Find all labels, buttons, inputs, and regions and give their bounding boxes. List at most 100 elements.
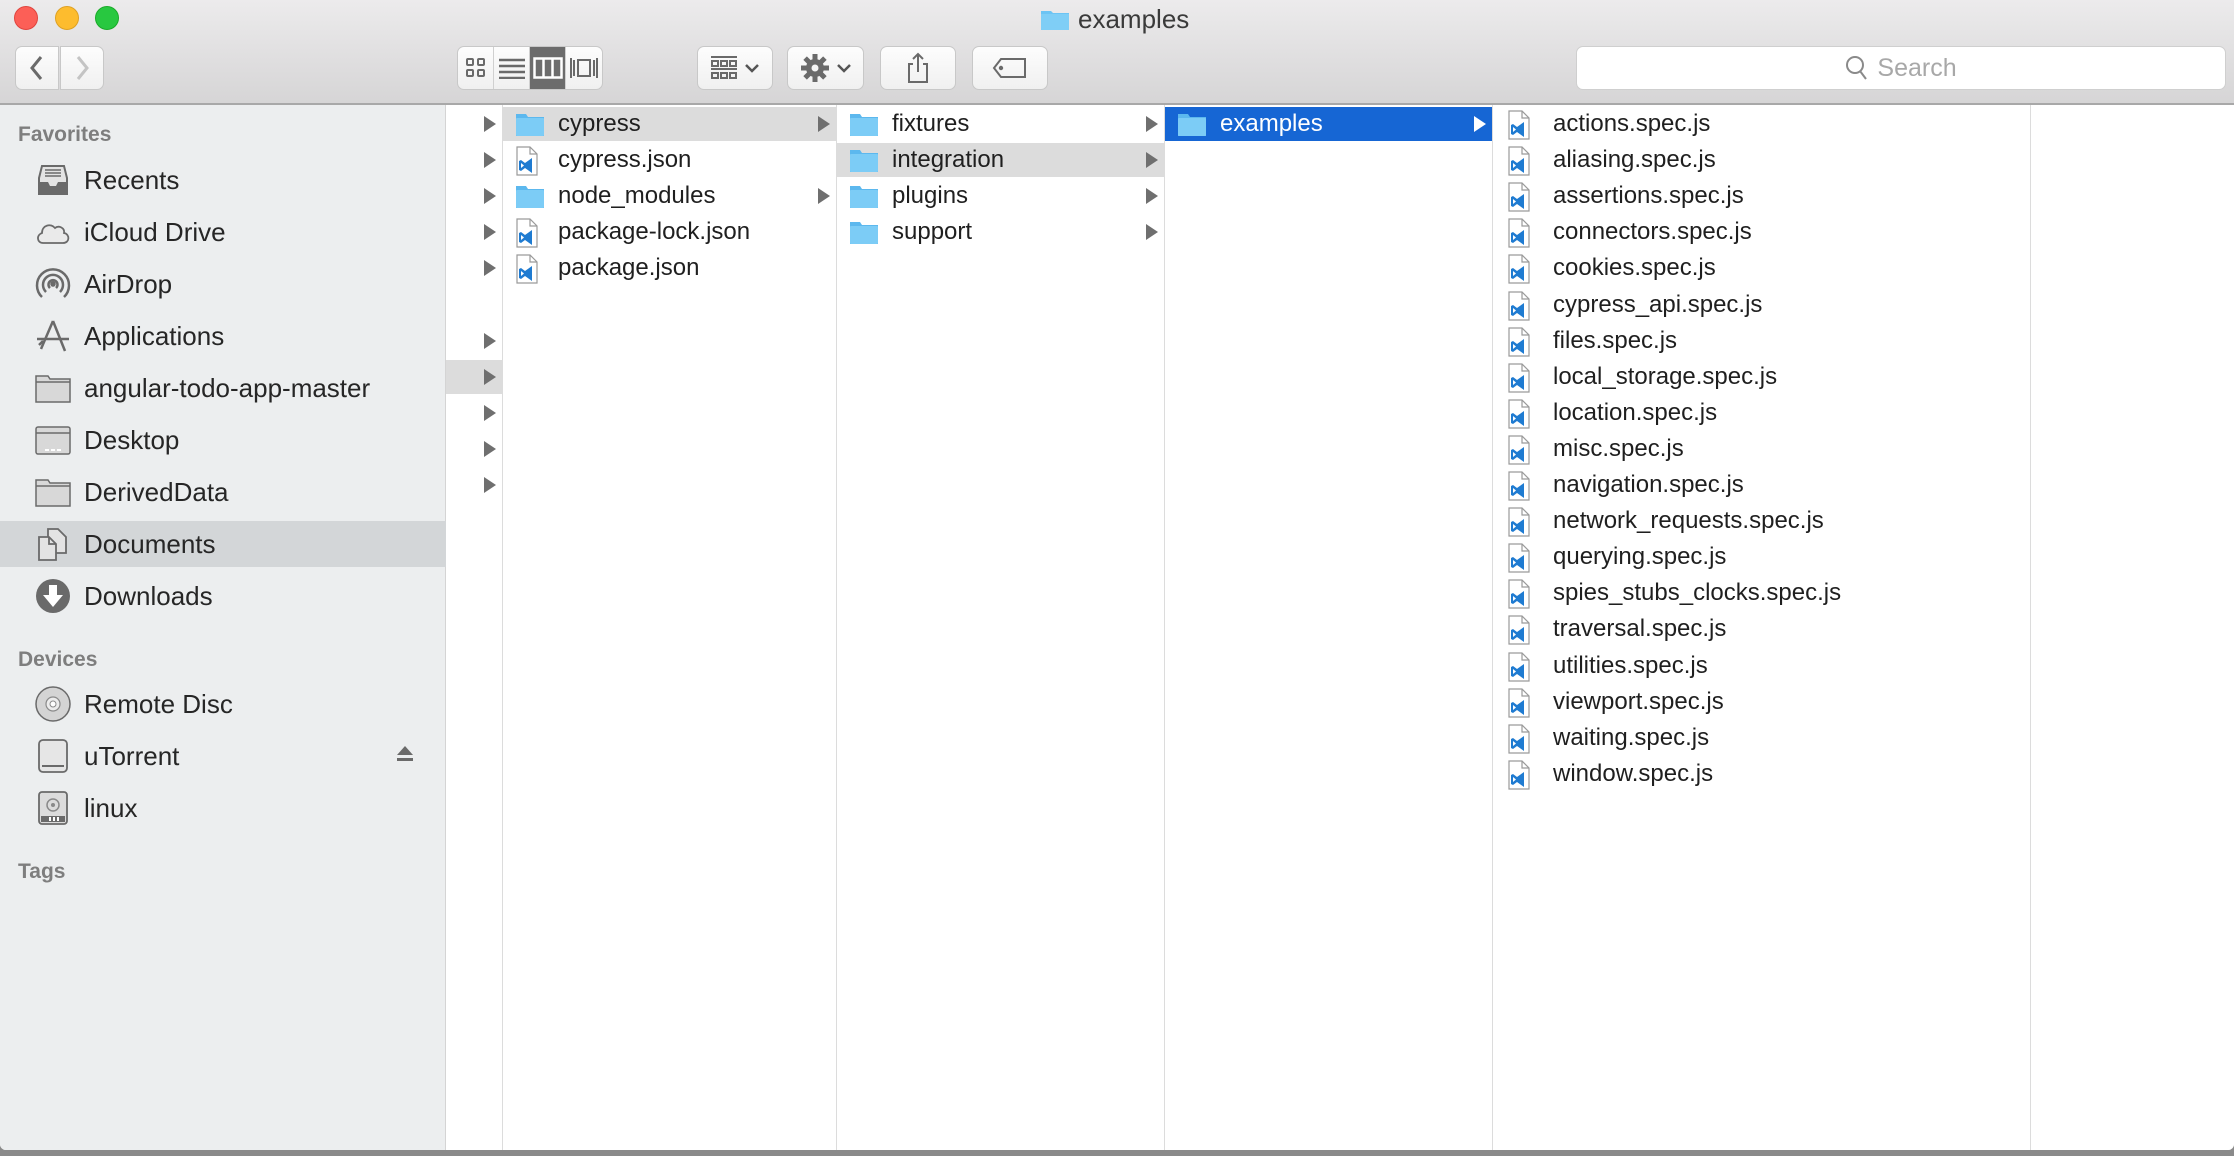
item-name: files.spec.js <box>1553 326 1678 354</box>
file-row[interactable]: location.spec.js <box>1493 396 2030 430</box>
file-row[interactable]: network_requests.spec.js <box>1493 504 2030 538</box>
sidebar-item-airdrop[interactable]: AirDrop <box>0 261 446 307</box>
vscode-file-icon <box>1507 290 1537 321</box>
folder-row[interactable]: cypress <box>503 107 836 141</box>
folder-icon <box>849 110 879 138</box>
truncated-folder-row[interactable] <box>446 215 502 249</box>
truncated-folder-row[interactable] <box>446 179 502 213</box>
sidebar-item-applications[interactable]: Applications <box>0 313 446 359</box>
vscode-file-icon <box>1507 110 1537 140</box>
file-row[interactable]: files.spec.js <box>1493 324 2030 358</box>
drive-icon <box>35 738 71 774</box>
back-button[interactable] <box>15 46 59 90</box>
file-row[interactable]: cypress.json <box>503 143 836 177</box>
vscode-file-icon <box>1507 724 1537 754</box>
favorites-header: Favorites <box>18 123 112 146</box>
truncated-folder-row[interactable] <box>446 107 502 141</box>
minimize-window-button[interactable] <box>55 6 79 30</box>
disclosure-arrow-icon <box>484 224 496 241</box>
file-row[interactable]: querying.spec.js <box>1493 540 2030 574</box>
disclosure-arrow-icon <box>484 188 496 205</box>
file-row[interactable]: connectors.spec.js <box>1493 215 2030 249</box>
file-row[interactable]: local_storage.spec.js <box>1493 360 2030 394</box>
close-window-button[interactable] <box>14 6 38 30</box>
sidebar-item-utorrent[interactable]: uTorrent <box>0 733 446 779</box>
vscode-file-icon <box>515 254 545 284</box>
disclosure-arrow-icon <box>484 116 496 132</box>
column-browser: cypress cypress.json node_modules package-l… <box>446 105 2234 1150</box>
arrange-button[interactable] <box>697 46 773 90</box>
sidebar-item-documents[interactable]: Documents <box>0 521 446 567</box>
file-row[interactable]: package.json <box>503 251 836 285</box>
file-row[interactable]: cypress_api.spec.js <box>1493 288 2030 322</box>
search-field[interactable]: Search <box>1576 46 2226 90</box>
item-name: traversal.spec.js <box>1553 615 1727 643</box>
file-row[interactable]: cookies.spec.js <box>1493 251 2030 285</box>
file-row[interactable]: assertions.spec.js <box>1493 179 2030 213</box>
file-row[interactable]: actions.spec.js <box>1493 107 2030 141</box>
folder-row[interactable]: support <box>837 215 1164 249</box>
zoom-window-button[interactable] <box>95 6 119 30</box>
disc-icon <box>35 686 71 722</box>
share-button[interactable] <box>880 46 956 90</box>
icon-view-icon <box>465 58 485 77</box>
sidebar-item-downloads[interactable]: Downloads <box>0 573 446 619</box>
sidebar-item-label: Desktop <box>84 424 180 455</box>
file-row[interactable]: navigation.spec.js <box>1493 468 2030 502</box>
folder-row[interactable]: plugins <box>837 179 1164 213</box>
file-row[interactable]: viewport.spec.js <box>1493 685 2030 719</box>
icon-view-button[interactable] <box>458 47 494 89</box>
item-name: package-lock.json <box>558 218 751 246</box>
truncated-folder-row[interactable] <box>446 432 502 466</box>
disclosure-arrow-icon <box>484 440 496 457</box>
disclosure-arrow-icon <box>484 368 496 385</box>
sidebar-item-remote-disc[interactable]: Remote Disc <box>0 681 446 727</box>
forward-button[interactable] <box>60 46 104 90</box>
disclosure-arrow-icon <box>484 477 496 493</box>
folder-row[interactable]: integration <box>837 143 1164 178</box>
sidebar-item-angular-todo-app-master[interactable]: angular-todo-app-master <box>0 365 446 411</box>
folder-icon <box>515 110 545 138</box>
file-row[interactable]: aliasing.spec.js <box>1493 143 2030 177</box>
item-name: assertions.spec.js <box>1553 182 1744 210</box>
folder-row[interactable]: examples <box>1165 107 1492 141</box>
file-row[interactable]: package-lock.json <box>503 215 836 249</box>
truncated-folder-row[interactable] <box>446 251 502 285</box>
file-row[interactable]: window.spec.js <box>1493 757 2030 791</box>
sidebar-item-deriveddata[interactable]: DerivedData <box>0 469 446 515</box>
truncated-folder-row[interactable] <box>446 359 502 394</box>
sidebar-item-icloud-drive[interactable]: iCloud Drive <box>0 209 446 255</box>
sidebar-item-desktop[interactable]: Desktop <box>0 417 446 463</box>
action-button[interactable] <box>787 46 864 90</box>
sidebar-item-linux[interactable]: linux <box>0 785 446 831</box>
file-row[interactable]: spies_stubs_clocks.spec.js <box>1493 576 2030 610</box>
chevron-down-icon <box>836 64 851 73</box>
column-view-button[interactable] <box>530 47 566 89</box>
column-cypress: fixtures integration plugins support <box>837 105 1165 1150</box>
item-name: viewport.spec.js <box>1553 687 1724 715</box>
vscode-file-icon <box>1507 543 1537 573</box>
truncated-folder-row[interactable] <box>446 143 502 177</box>
item-name: support <box>892 218 973 246</box>
eject-button[interactable] <box>396 745 414 768</box>
vscode-file-icon <box>515 218 545 248</box>
disclosure-arrow-icon <box>1474 116 1486 132</box>
sidebar-item-label: linux <box>84 792 138 823</box>
disclosure-arrow-icon <box>1146 116 1158 132</box>
folder-row[interactable]: node_modules <box>503 179 836 213</box>
file-row[interactable]: waiting.spec.js <box>1493 721 2030 755</box>
folder-row[interactable]: fixtures <box>837 107 1164 141</box>
file-row[interactable]: traversal.spec.js <box>1493 612 2030 646</box>
sidebar-item-label: Recents <box>84 164 180 195</box>
list-view-button[interactable] <box>494 47 530 89</box>
truncated-folder-row[interactable] <box>446 396 502 430</box>
file-row[interactable]: misc.spec.js <box>1493 432 2030 466</box>
cover-flow-view-button[interactable] <box>566 47 602 89</box>
file-row[interactable]: utilities.spec.js <box>1493 649 2030 683</box>
truncated-folder-row[interactable] <box>446 324 502 358</box>
tag-button[interactable] <box>972 46 1048 90</box>
airdrop-icon <box>35 266 71 302</box>
sidebar-item-recents[interactable]: Recents <box>0 157 446 203</box>
truncated-folder-row[interactable] <box>446 468 502 502</box>
item-name: window.spec.js <box>1553 759 1714 787</box>
